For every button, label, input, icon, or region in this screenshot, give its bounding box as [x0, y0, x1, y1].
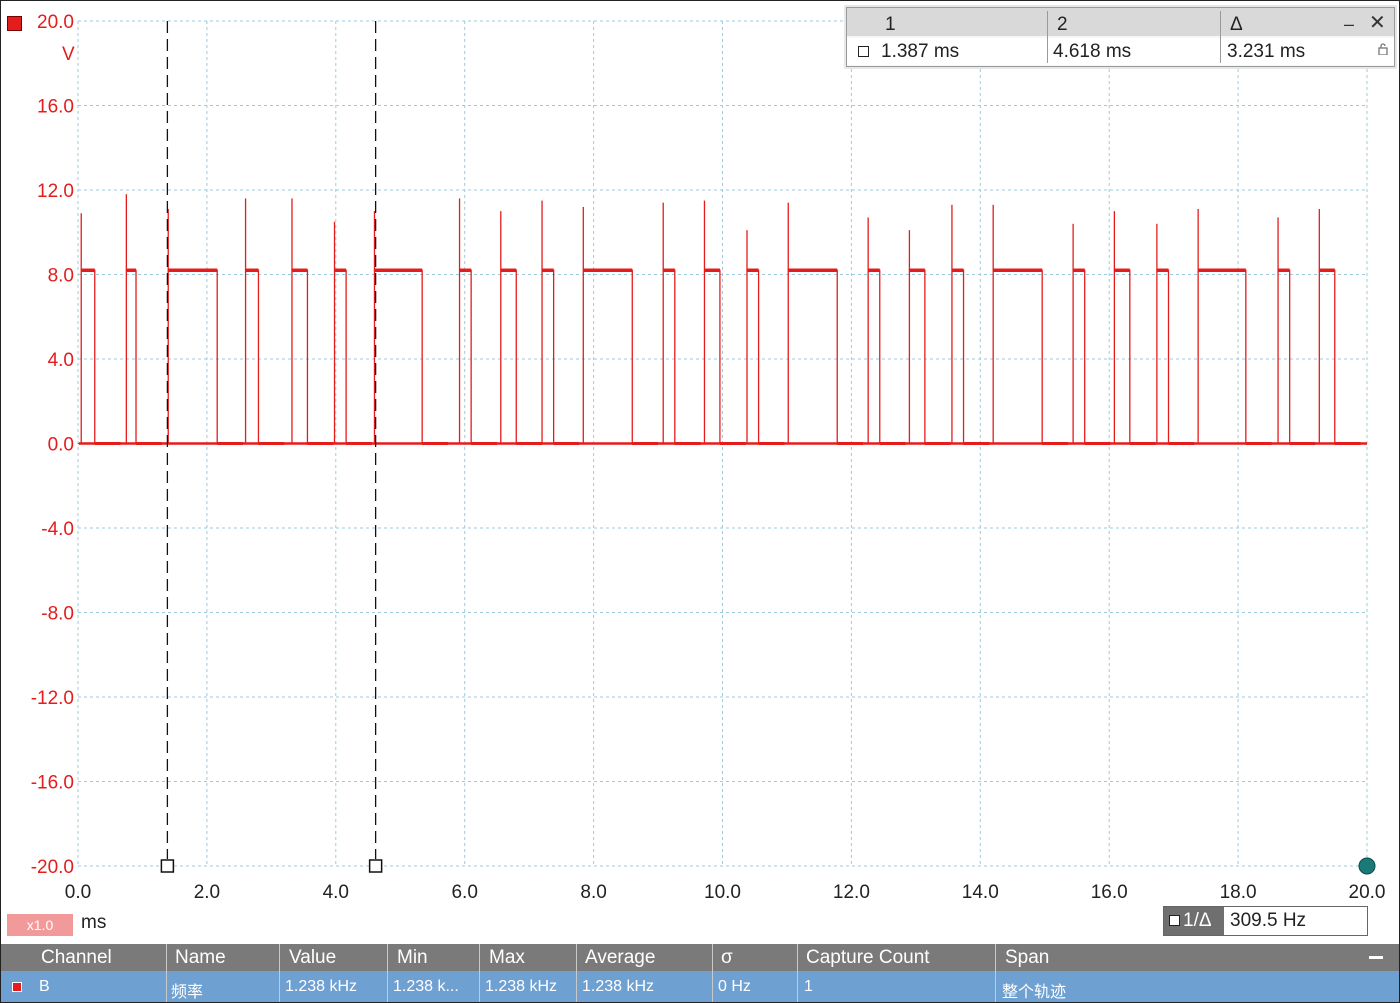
col-min[interactable]: Min	[397, 947, 428, 969]
col-sep	[166, 944, 167, 1002]
y-tick-label: -8.0	[41, 604, 74, 625]
delta-value: 3.231 ms	[1227, 41, 1306, 62]
x-tick-label: 16.0	[1091, 882, 1128, 903]
col-sep	[797, 944, 798, 1002]
cell-sigma: 0 Hz	[718, 978, 751, 995]
scope-window: 20.0 16.0 12.0 8.0 4.0 0.0 -4.0 -8.0 -12.0 -16.0-…	[0, 0, 1400, 1003]
close-icon[interactable]: ✕	[1369, 10, 1386, 35]
col-channel[interactable]: Channel	[41, 947, 112, 969]
col-sep	[479, 944, 480, 1002]
col-capture-count[interactable]: Capture Count	[806, 947, 930, 969]
col-sep	[712, 944, 713, 1002]
panel-minimize-icon[interactable]	[1369, 956, 1383, 959]
y-tick-label: 20.0	[37, 12, 74, 33]
cursor1-value: 1.387 ms	[881, 41, 960, 62]
y-axis-labels: 20.0 16.0 12.0 8.0 4.0 0.0 -4.0 -8.0 -12.0 -16.0 -…	[31, 12, 74, 878]
y-tick-label: 4.0	[48, 350, 74, 371]
scope-plot[interactable]: 20.016.012.08.04.00.0-4.0-8.0-12.0-16.0-…	[1, 1, 1399, 946]
cursor-header: 1 2 Δ – ✕	[847, 8, 1394, 36]
x-tick-label: 6.0	[451, 882, 477, 903]
x-tick-label: 10.0	[704, 882, 741, 903]
cursor-readout-panel: 1 2 Δ – ✕ 1.387 ms 4.618 ms 3.231 ms	[846, 7, 1395, 67]
cell-span: 整个轨迹	[1002, 984, 1067, 1001]
x-unit-label: ms	[81, 912, 107, 933]
cursor-values-row: 1.387 ms 4.618 ms 3.231 ms	[847, 38, 1394, 65]
cursor2-header: 2	[1057, 14, 1068, 35]
y-unit-label: V	[62, 44, 75, 65]
col-value[interactable]: Value	[289, 947, 336, 969]
col-sep	[387, 944, 388, 1002]
freq-value: 309.5 Hz	[1230, 910, 1307, 931]
col-average[interactable]: Average	[585, 947, 655, 969]
cursor-square-icon	[1169, 915, 1180, 926]
col-sep	[1220, 11, 1221, 63]
y-tick-label: 12.0	[37, 181, 74, 202]
y-tick-label: 8.0	[48, 266, 74, 287]
y-tick-label: 0.0	[48, 435, 74, 456]
frequency-readout: 1/Δ 309.5 Hz	[1163, 906, 1368, 936]
cursor-1-handle	[160, 859, 175, 873]
col-span[interactable]: Span	[1005, 947, 1049, 969]
cursor-square-icon	[858, 46, 869, 57]
table-row[interactable]: B 频率 1.238 kHz 1.238 k... 1.238 kHz 1.23…	[1, 971, 1399, 1002]
cursor2-value: 4.618 ms	[1053, 41, 1132, 62]
lock-icon[interactable]	[1378, 43, 1388, 55]
y-tick-label: 16.0	[37, 97, 74, 118]
x-tick-label: 8.0	[580, 882, 606, 903]
x-tick-label: 2.0	[194, 882, 220, 903]
freq-label: 1/Δ	[1183, 910, 1212, 931]
y-tick-label: -12.0	[31, 688, 74, 709]
cursor-lines[interactable]	[160, 21, 383, 873]
col-sep	[1047, 11, 1048, 63]
cursor-2-handle	[368, 859, 383, 873]
x-tick-label: 4.0	[323, 882, 349, 903]
minimize-icon[interactable]: –	[1344, 14, 1354, 35]
x-tick-label: 12.0	[833, 882, 870, 903]
cell-capture-count: 1	[804, 978, 813, 995]
row-channel-marker	[12, 982, 22, 992]
trigger-marker[interactable]	[1358, 857, 1376, 875]
channel-b-marker[interactable]	[7, 16, 22, 31]
x-tick-label: 14.0	[962, 882, 999, 903]
cell-average: 1.238 kHz	[582, 978, 655, 995]
y-tick-label: -16.0	[31, 773, 74, 794]
x-axis-labels: 0.0 2.0 4.0 6.0 8.0 10.0 12.0 14.0 16.0 18.0 20.0	[65, 882, 1386, 903]
y-tick-label: -20.0	[31, 857, 74, 878]
y-tick-label: -4.0	[41, 519, 74, 540]
cell-name: 频率	[171, 984, 204, 1001]
col-sep	[995, 944, 996, 1002]
x-tick-label: 18.0	[1220, 882, 1257, 903]
cell-channel: B	[39, 978, 50, 995]
delta-header: Δ	[1230, 14, 1243, 35]
cell-value: 1.238 kHz	[285, 978, 358, 995]
cursor1-header: 1	[885, 14, 896, 35]
col-sep	[279, 944, 280, 1002]
col-sep	[576, 944, 577, 1002]
cell-min: 1.238 k...	[393, 978, 459, 995]
freq-label-block: 1/Δ	[1164, 907, 1224, 935]
x-tick-label: 0.0	[65, 882, 91, 903]
col-max[interactable]: Max	[489, 947, 525, 969]
col-sigma[interactable]: σ	[721, 947, 733, 969]
measurements-header: Channel Name Value Min Max Average σ Cap…	[1, 944, 1399, 971]
col-name[interactable]: Name	[175, 947, 226, 969]
scale-badge[interactable]: x1.0	[7, 914, 73, 936]
x-tick-label: 20.0	[1349, 882, 1386, 903]
cell-max: 1.238 kHz	[485, 978, 558, 995]
